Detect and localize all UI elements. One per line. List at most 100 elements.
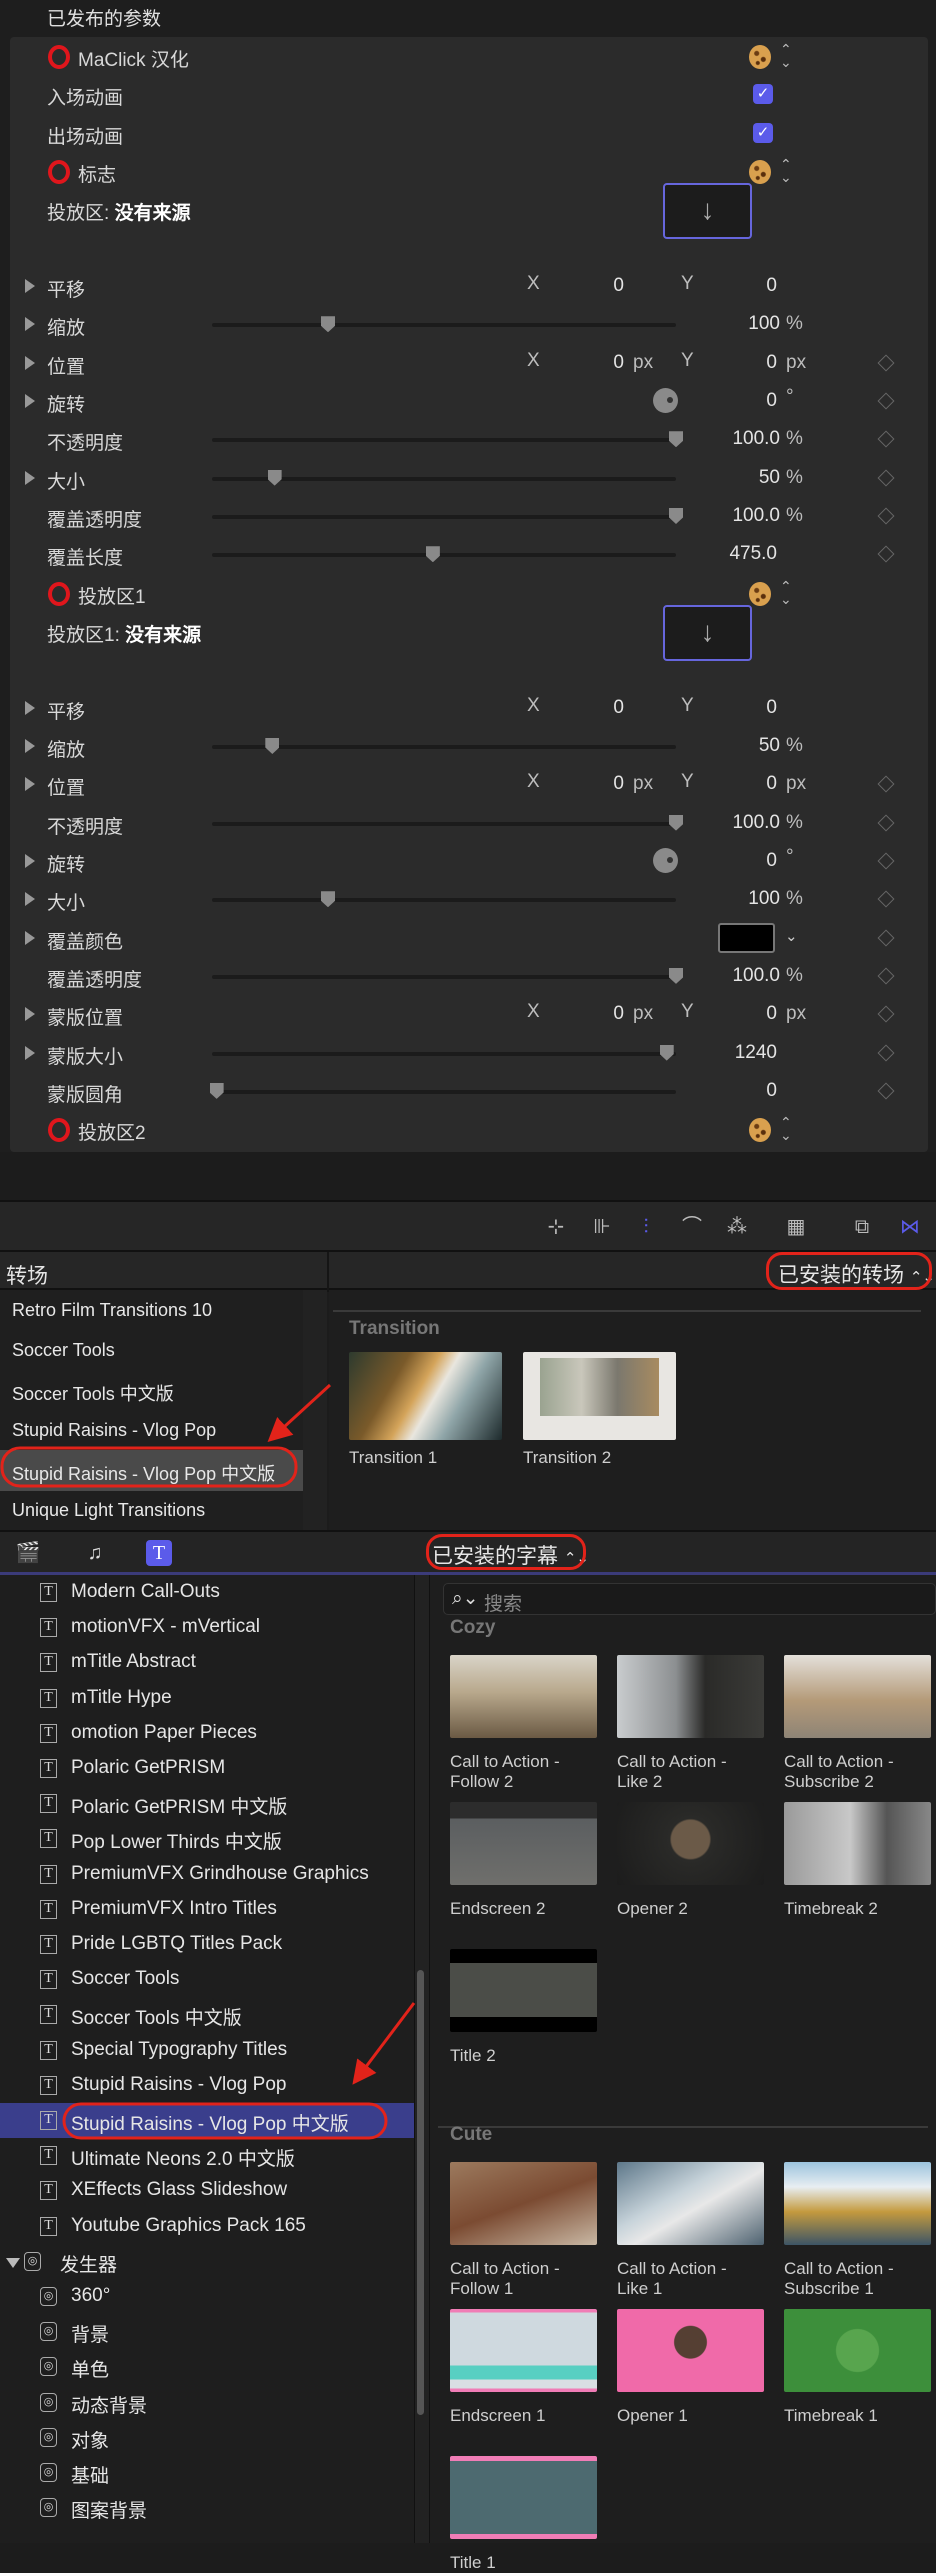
keyframe-diamond-icon[interactable] xyxy=(877,814,895,832)
param-slider[interactable] xyxy=(212,507,683,524)
param-slider[interactable] xyxy=(212,814,683,831)
param-row: 大小 100% xyxy=(0,880,936,918)
y-value[interactable]: 0 xyxy=(766,275,777,297)
y-value[interactable]: 0 xyxy=(766,773,777,795)
slider-thumb[interactable] xyxy=(321,891,335,908)
disclosure-triangle-icon[interactable] xyxy=(25,355,35,370)
param-slider[interactable] xyxy=(212,546,676,563)
slider-thumb[interactable] xyxy=(669,967,683,984)
keyframe-diamond-icon[interactable] xyxy=(877,890,895,908)
disclosure-triangle-icon[interactable] xyxy=(25,738,35,753)
param-label: 位置 xyxy=(47,778,86,800)
y-label: Y xyxy=(681,349,694,371)
disclosure-triangle-icon[interactable] xyxy=(25,892,35,907)
x-value[interactable]: 0 xyxy=(613,697,624,719)
param-slider[interactable] xyxy=(212,431,683,448)
slider-thumb[interactable] xyxy=(669,507,683,524)
param-value[interactable]: 0 xyxy=(766,1080,777,1102)
keyframe-diamond-icon[interactable] xyxy=(877,852,895,870)
slider-thumb[interactable] xyxy=(321,316,335,333)
keyframe-diamond-icon[interactable] xyxy=(877,392,895,410)
param-value[interactable]: 50 xyxy=(759,467,780,489)
param-value[interactable]: 0 xyxy=(766,850,777,872)
param-slider[interactable] xyxy=(212,316,676,333)
rotation-dial[interactable] xyxy=(653,847,678,873)
cookie-icon[interactable] xyxy=(749,45,771,69)
param-slider[interactable] xyxy=(212,469,676,486)
param-value[interactable]: 100 xyxy=(748,313,780,335)
param-slider[interactable] xyxy=(209,1082,676,1099)
param-value[interactable]: 50 xyxy=(759,735,780,757)
param-value[interactable]: 475.0 xyxy=(729,543,777,565)
param-row: 旋转 0 ° xyxy=(0,382,936,420)
rotation-dial[interactable] xyxy=(653,387,678,413)
param-row: 投放区1 ⌃ ⌄ xyxy=(0,574,936,612)
disclosure-triangle-icon[interactable] xyxy=(25,278,35,293)
param-slider[interactable] xyxy=(212,891,676,908)
y-value[interactable]: 0 xyxy=(766,1003,777,1025)
disclosure-triangle-icon[interactable] xyxy=(25,853,35,868)
keyframe-diamond-icon[interactable] xyxy=(877,507,895,525)
x-value[interactable]: 0 xyxy=(613,773,624,795)
keyframe-diamond-icon[interactable] xyxy=(877,1005,895,1023)
keyframe-diamond-icon[interactable] xyxy=(877,929,895,947)
color-well[interactable] xyxy=(718,922,775,953)
y-value[interactable]: 0 xyxy=(766,352,777,374)
chevron-down-icon[interactable]: ⌄ xyxy=(785,927,798,945)
keyframe-diamond-icon[interactable] xyxy=(877,545,895,563)
slider-thumb[interactable] xyxy=(669,814,683,831)
slider-thumb[interactable] xyxy=(659,1044,674,1061)
param-value[interactable]: 100.0 xyxy=(732,428,780,450)
checkbox[interactable]: ✓ xyxy=(753,122,773,143)
param-label: 位置 xyxy=(47,356,86,378)
slider-thumb[interactable] xyxy=(265,737,280,754)
keyframe-diamond-icon[interactable] xyxy=(877,1044,895,1062)
param-value[interactable]: 1240 xyxy=(735,1042,777,1064)
y-value[interactable]: 0 xyxy=(766,697,777,719)
keyframe-diamond-icon[interactable] xyxy=(877,967,895,985)
param-value[interactable]: 100 xyxy=(748,888,780,910)
cookie-icon[interactable] xyxy=(749,581,771,606)
param-value[interactable]: 100.0 xyxy=(732,812,780,834)
keyframe-diamond-icon[interactable] xyxy=(877,775,895,793)
keyframe-diamond-icon[interactable] xyxy=(877,1082,895,1100)
slider-thumb[interactable] xyxy=(267,469,282,486)
updown-chevron-icon[interactable]: ⌃ ⌄ xyxy=(780,579,792,606)
x-value[interactable]: 0 xyxy=(613,352,624,374)
param-slider[interactable] xyxy=(212,1044,676,1061)
disclosure-triangle-icon[interactable] xyxy=(25,393,35,408)
param-value[interactable]: 100.0 xyxy=(732,505,780,527)
updown-chevron-icon[interactable]: ⌃ ⌄ xyxy=(780,42,792,69)
disclosure-triangle-icon[interactable] xyxy=(25,1045,35,1060)
slider-thumb[interactable] xyxy=(209,1082,224,1099)
keyframe-diamond-icon[interactable] xyxy=(877,469,895,487)
param-slider[interactable] xyxy=(212,737,676,754)
slider-thumb[interactable] xyxy=(669,431,683,448)
param-value[interactable]: 0 xyxy=(766,390,777,412)
disclosure-triangle-icon[interactable] xyxy=(25,1007,35,1022)
param-label: 蒙版位置 xyxy=(47,1008,124,1030)
disclosure-triangle-icon[interactable] xyxy=(25,930,35,945)
x-value[interactable]: 0 xyxy=(613,1003,624,1025)
cookie-icon[interactable] xyxy=(749,1118,771,1143)
param-label: MaClick 汉化 xyxy=(78,50,189,71)
y-label: Y xyxy=(681,1001,694,1023)
dropzone-well[interactable]: ↓ xyxy=(663,183,752,240)
disclosure-triangle-icon[interactable] xyxy=(25,777,35,792)
dropzone-title: 投放区1: xyxy=(47,624,120,646)
x-value[interactable]: 0 xyxy=(613,275,624,297)
disclosure-triangle-icon[interactable] xyxy=(25,700,35,715)
param-slider[interactable] xyxy=(212,967,683,984)
updown-chevron-icon[interactable]: ⌃ ⌄ xyxy=(780,1115,792,1142)
x-unit: px xyxy=(633,773,654,795)
slider-thumb[interactable] xyxy=(425,546,440,563)
keyframe-diamond-icon[interactable] xyxy=(877,430,895,448)
cookie-icon[interactable] xyxy=(749,159,771,184)
param-value[interactable]: 100.0 xyxy=(732,965,780,987)
disclosure-triangle-icon[interactable] xyxy=(25,470,35,485)
dropzone-well[interactable]: ↓ xyxy=(663,604,752,661)
disclosure-triangle-icon[interactable] xyxy=(25,317,35,332)
checkbox[interactable]: ✓ xyxy=(753,84,773,105)
updown-chevron-icon[interactable]: ⌃ ⌄ xyxy=(780,157,792,184)
keyframe-diamond-icon[interactable] xyxy=(877,354,895,372)
